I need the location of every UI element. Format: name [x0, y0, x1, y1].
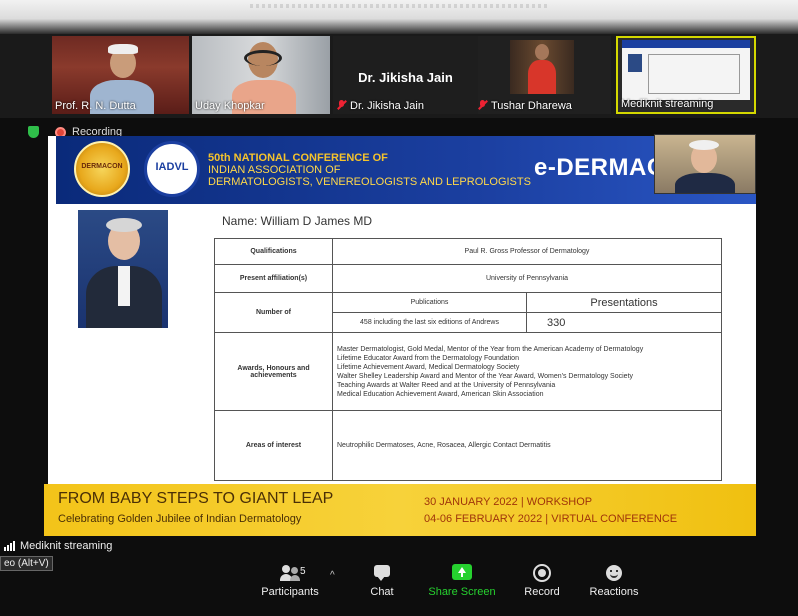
participant-tile-mediknit[interactable]: Mediknit streaming — [616, 36, 756, 114]
participants-icon — [280, 564, 300, 582]
participant-name: Tushar Dharewa — [491, 100, 572, 112]
presentations-header: Presentations — [526, 292, 722, 313]
zoom-meeting-window: Prof. R. N. Dutta Uday Khopkar Dr. Jikis… — [0, 0, 798, 616]
footer-date-workshop: 30 JANUARY 2022 | WORKSHOP — [424, 496, 593, 508]
iadvl-logo: IADVL — [144, 141, 200, 197]
signal-bars-icon — [4, 541, 15, 551]
participant-name: Prof. R. N. Dutta — [55, 100, 136, 112]
participant-name: Dr. Jikisha Jain — [350, 100, 424, 112]
publications-header: Publications — [332, 292, 527, 313]
meeting-toolbar: Participants 5 ^ Chat Share Screen Recor… — [0, 560, 798, 616]
participant-display-name: Dr. Jikisha Jain — [358, 70, 453, 85]
participant-tile-dutta[interactable]: Prof. R. N. Dutta — [52, 36, 189, 114]
record-icon — [532, 564, 552, 582]
participant-name: Uday Khopkar — [195, 100, 265, 112]
reactions-button[interactable]: Reactions — [586, 564, 642, 598]
speaker-video[interactable] — [654, 134, 756, 194]
interest-label: Areas of interest — [214, 410, 333, 481]
muted-mic-icon — [337, 100, 346, 110]
participants-count: 5 — [300, 566, 306, 577]
presentations-value: 330 — [526, 312, 722, 333]
shield-icon — [28, 126, 39, 138]
participant-name: Mediknit streaming — [621, 98, 714, 110]
footer-date-conference: 04-06 FEBRUARY 2022 | VIRTUAL CONFERENCE — [424, 513, 678, 525]
participants-button[interactable]: Participants — [258, 564, 322, 598]
sharing-source-label: Mediknit streaming — [4, 540, 112, 552]
speaker-photo — [78, 210, 168, 328]
qualification-value: Paul R. Gross Professor of Dermatology — [332, 238, 722, 265]
publications-value: 458 including the last six editions of A… — [332, 312, 527, 333]
top-bezel — [0, 0, 798, 34]
conference-title: 50th NATIONAL CONFERENCE OF INDIAN ASSOC… — [208, 152, 531, 188]
affiliation-label: Present affiliation(s) — [214, 264, 333, 293]
participant-tile-dharewa[interactable]: Tushar Dharewa — [478, 36, 611, 114]
chat-icon — [372, 564, 392, 582]
speaker-name: Name: William D James MD — [222, 214, 373, 228]
participant-tile-khopkar[interactable]: Uday Khopkar — [192, 36, 330, 114]
interest-value: Neutrophilic Dermatoses, Acne, Rosacea, … — [332, 410, 722, 481]
slide-footer: FROM BABY STEPS TO GIANT LEAP Celebratin… — [44, 484, 756, 536]
record-button[interactable]: Record — [518, 564, 566, 598]
awards-label: Awards, Honours and achievements — [214, 332, 333, 411]
awards-list: Master Dermatologist, Gold Medal, Mentor… — [332, 332, 722, 411]
muted-mic-icon — [478, 100, 487, 110]
jubilee-logo: DERMACON — [74, 141, 130, 197]
footer-subline: Celebrating Golden Jubilee of Indian Der… — [58, 513, 302, 525]
reactions-icon — [604, 564, 624, 582]
shared-slide: DERMACON IADVL 50th NATIONAL CONFERENCE … — [48, 134, 756, 536]
share-screen-icon — [452, 564, 472, 582]
qualification-label: Qualifications — [214, 238, 333, 265]
chat-button[interactable]: Chat — [358, 564, 406, 598]
share-screen-button[interactable]: Share Screen — [426, 564, 498, 598]
chevron-up-icon[interactable]: ^ — [330, 570, 335, 581]
participant-tile-jain[interactable]: Dr. Jikisha Jain Dr. Jikisha Jain — [333, 36, 478, 114]
footer-headline: FROM BABY STEPS TO GIANT LEAP — [58, 490, 334, 507]
participant-strip: Prof. R. N. Dutta Uday Khopkar Dr. Jikis… — [0, 34, 798, 118]
number-label: Number of — [214, 292, 333, 333]
conference-banner: DERMACON IADVL 50th NATIONAL CONFERENCE … — [56, 134, 756, 204]
affiliation-value: University of Pennsylvania — [332, 264, 722, 293]
cv-table: Qualifications Paul R. Gross Professor o… — [214, 238, 722, 481]
